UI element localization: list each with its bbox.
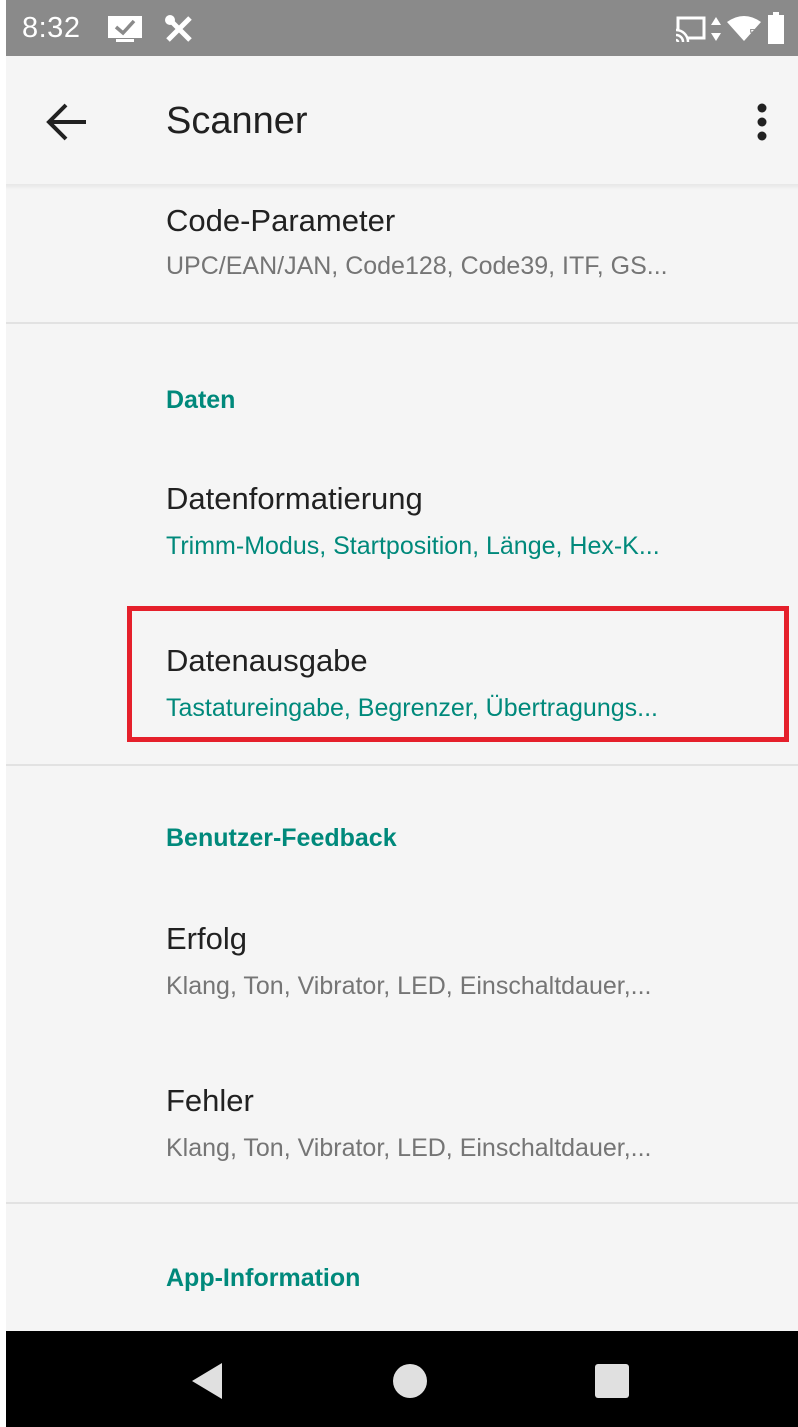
tools-icon — [162, 12, 196, 51]
pref-summary: Trimm-Modus, Startposition, Länge, Hex-K… — [166, 532, 660, 560]
status-time: 8:32 — [22, 12, 81, 44]
pref-summary: Klang, Ton, Vibrator, LED, Einschaltdaue… — [166, 1134, 652, 1162]
pref-summary: Klang, Ton, Vibrator, LED, Einschaltdaue… — [166, 972, 652, 1000]
navigation-bar — [6, 1331, 798, 1427]
highlight-box — [127, 606, 789, 742]
back-button[interactable] — [36, 92, 96, 152]
overflow-menu-button[interactable] — [738, 92, 786, 152]
checkbox-screen-icon — [106, 14, 146, 49]
svg-text:5: 5 — [749, 27, 756, 40]
pref-title: Erfolg — [166, 921, 247, 956]
nav-back-button[interactable] — [186, 1359, 230, 1403]
more-vert-icon — [757, 103, 767, 141]
nav-home-button[interactable] — [388, 1359, 432, 1403]
section-header-app-info: App-Information — [166, 1264, 361, 1292]
divider — [6, 764, 798, 766]
arrow-back-icon — [46, 103, 86, 141]
section-header-feedback: Benutzer-Feedback — [166, 824, 397, 852]
app-bar: Scanner — [6, 56, 798, 184]
nav-recents-button[interactable] — [590, 1359, 634, 1403]
pref-summary: UPC/EAN/JAN, Code128, Code39, ITF, GS... — [166, 252, 668, 280]
page-title: Scanner — [166, 100, 308, 142]
pref-code-parameter[interactable]: Code-Parameter UPC/EAN/JAN, Code128, Cod… — [6, 190, 798, 322]
pref-error[interactable]: Fehler Klang, Ton, Vibrator, LED, Einsch… — [6, 1064, 798, 1200]
status-bar: 8:32 5 — [6, 0, 798, 56]
pref-success[interactable]: Erfolg Klang, Ton, Vibrator, LED, Einsch… — [6, 900, 798, 1050]
pref-data-formatting[interactable]: Datenformatierung Trimm-Modus, Startposi… — [6, 462, 798, 592]
battery-icon — [768, 12, 784, 49]
pref-title: Fehler — [166, 1083, 254, 1118]
nav-back-icon — [192, 1363, 222, 1399]
screen: 8:32 5 Scanner Code-Parameter UPC/EAN/JA… — [6, 0, 798, 1427]
divider — [6, 322, 798, 324]
pref-title: Datenformatierung — [166, 481, 423, 516]
nav-recents-icon — [595, 1364, 629, 1398]
data-arrows-icon — [710, 16, 722, 47]
nav-home-icon — [393, 1364, 427, 1398]
divider — [6, 1202, 798, 1204]
cast-icon — [674, 16, 706, 47]
wifi-icon: 5 — [726, 16, 762, 47]
pref-title: Code-Parameter — [166, 203, 396, 238]
section-header-daten: Daten — [166, 386, 236, 414]
